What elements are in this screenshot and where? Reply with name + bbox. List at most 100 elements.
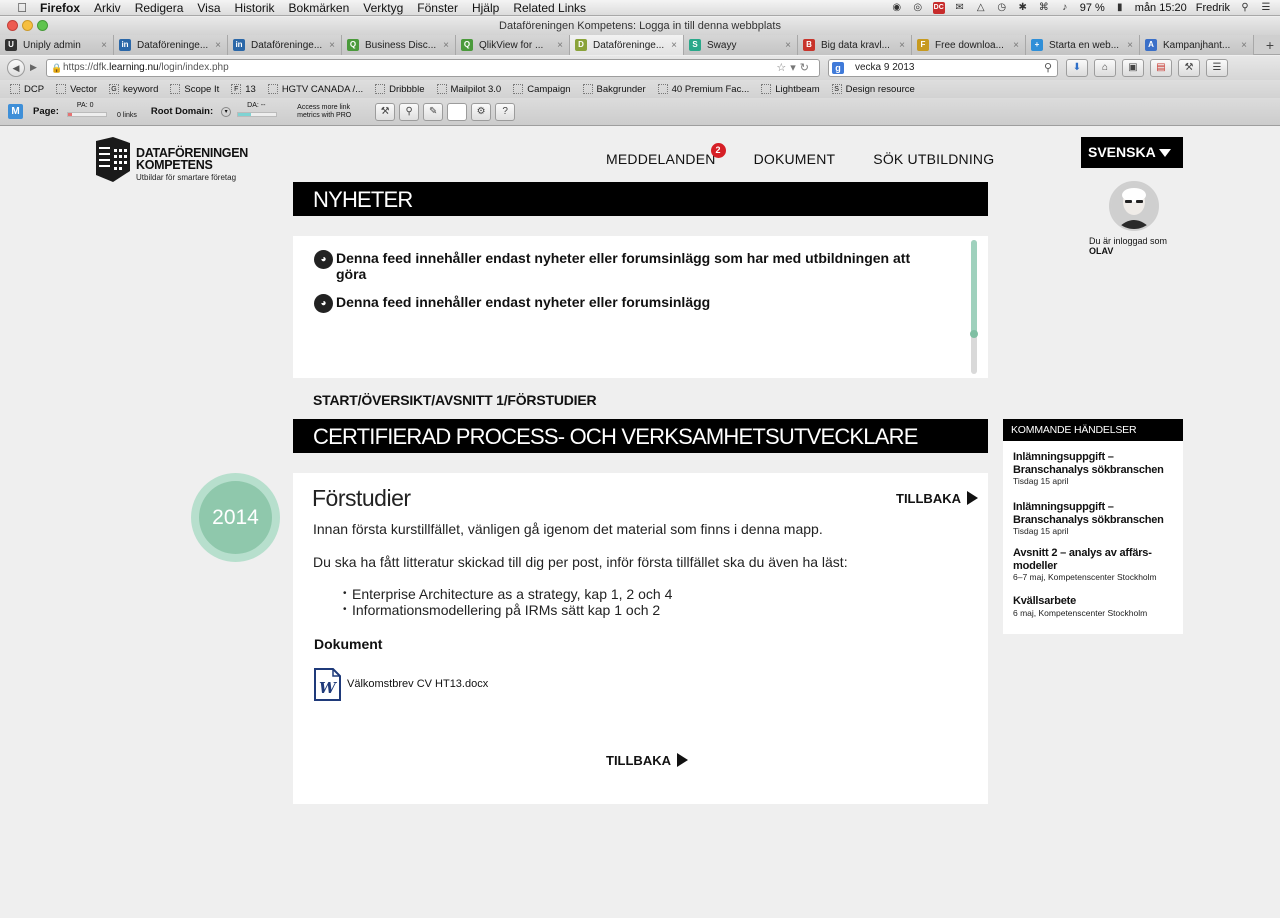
news-item[interactable]: ◕ Denna feed innehåller endast nyheter e… [314, 250, 934, 282]
magnifier-icon[interactable]: ⚲ [399, 102, 420, 121]
forward-button[interactable]: ▶ [30, 62, 37, 73]
evernote-icon[interactable]: ◉ [891, 2, 903, 14]
window-zoom-button[interactable] [37, 20, 48, 31]
browser-tab[interactable]: in Dataföreninge... × [228, 35, 342, 55]
nav-messages[interactable]: MEDDELANDEN 2 [606, 143, 726, 167]
browser-tab[interactable]: + Starta en web... × [1026, 35, 1140, 55]
bookmark-item[interactable]: 40 Premium Fac... [657, 84, 749, 95]
search-bar[interactable]: g vecka 9 2013 ⚲ [828, 59, 1058, 77]
tab-close-icon[interactable]: × [555, 40, 565, 51]
menu-hjalp[interactable]: Hjälp [472, 0, 499, 16]
tab-close-icon[interactable]: × [1125, 40, 1135, 51]
airplay-icon[interactable]: △ [975, 2, 987, 14]
browser-tab[interactable]: Q Business Disc... × [342, 35, 456, 55]
menu-icon[interactable]: ☰ [1206, 59, 1228, 77]
news-scrollbar-handle[interactable] [970, 329, 978, 338]
clock[interactable]: mån 15:20 [1135, 2, 1187, 14]
menu-fonster[interactable]: Fönster [417, 0, 458, 16]
wrench-icon[interactable]: ⚒ [375, 102, 396, 121]
new-tab-button[interactable]: + [1260, 35, 1280, 54]
bookmark-item[interactable]: F 13 [231, 84, 256, 95]
bookmark-item[interactable]: DCP [10, 84, 44, 95]
tab-close-icon[interactable]: × [783, 40, 793, 51]
browser-tab[interactable]: A Kampanjhant... × [1140, 35, 1254, 55]
battery-icon[interactable]: ▮ [1114, 2, 1126, 14]
language-selector[interactable]: SVENSKA [1081, 137, 1183, 168]
browser-tab[interactable]: S Swayy × [684, 35, 798, 55]
tab-close-icon[interactable]: × [669, 40, 679, 51]
event-item[interactable]: Kvällsarbete 6 maj, Kompetenscenter Stoc… [1013, 595, 1181, 618]
event-item[interactable]: Avsnitt 2 – analys av affärs-modeller 6–… [1013, 547, 1181, 582]
tab-close-icon[interactable]: × [327, 40, 337, 51]
bookmark-item[interactable]: HGTV CANADA /... [267, 84, 363, 95]
menu-arkiv[interactable]: Arkiv [94, 0, 121, 16]
pdf-icon[interactable]: ▤ [1150, 59, 1172, 77]
menu-redigera[interactable]: Redigera [135, 0, 184, 16]
bookmark-star-icon[interactable]: ☆▾↻ [776, 60, 813, 76]
tab-close-icon[interactable]: × [897, 40, 907, 51]
url-bar[interactable]: 🔒 https://dfk.learning.nu/login/index.ph… [46, 59, 820, 77]
moz-icon[interactable]: M [8, 104, 23, 119]
bookmark-item[interactable]: Scope It [170, 84, 219, 95]
bookmark-item[interactable]: Campaign [513, 84, 571, 95]
site-logo[interactable]: DATAFÖRENINGEN KOMPETENS Utbildar för sm… [96, 137, 266, 185]
google-icon[interactable]: g [832, 62, 844, 74]
spotlight-icon[interactable]: ⚲ [1239, 2, 1251, 14]
nav-documents[interactable]: DOKUMENT [754, 151, 836, 167]
nav-search-education[interactable]: SÖK UTBILDNING [873, 151, 994, 167]
tab-close-icon[interactable]: × [213, 40, 223, 51]
bookmark-item[interactable]: Dribbble [375, 84, 425, 95]
tab-close-icon[interactable]: × [1239, 40, 1249, 51]
event-item[interactable]: Inlämningsuppgift – Branschanalys sökbra… [1013, 451, 1181, 486]
notification-center-icon[interactable]: ☰ [1260, 2, 1272, 14]
download-icon[interactable]: ⬇ [1066, 59, 1088, 77]
bookmark-item[interactable]: Lightbeam [761, 84, 820, 95]
tab-close-icon[interactable]: × [99, 40, 109, 51]
battery-percent[interactable]: 97 % [1080, 2, 1105, 14]
menu-app-firefox[interactable]: Firefox [40, 0, 80, 16]
news-item[interactable]: ◕ Denna feed innehåller endast nyheter e… [314, 294, 934, 313]
news-scrollbar-thumb[interactable] [971, 240, 977, 334]
tools-icon[interactable]: ⚒ [1178, 59, 1200, 77]
back-button-top[interactable]: TILLBAKA [896, 491, 978, 506]
bookmark-item[interactable]: Gkeyword [109, 84, 158, 95]
window-close-button[interactable] [7, 20, 18, 31]
mail-icon[interactable]: ✉ [954, 2, 966, 14]
search-icon[interactable]: ⚲ [1044, 60, 1052, 76]
bluetooth-icon[interactable]: ✱ [1017, 2, 1029, 14]
browser-tab[interactable]: U Uniply admin × [0, 35, 114, 55]
help-icon[interactable]: ? [495, 102, 516, 121]
volume-icon[interactable]: ♪ [1059, 2, 1071, 14]
blank-tool-icon[interactable] [447, 102, 468, 121]
tab-close-icon[interactable]: × [441, 40, 451, 51]
user-menu[interactable]: Fredrik [1196, 2, 1230, 14]
bookmark-item[interactable]: Mailpilot 3.0 [436, 84, 501, 95]
browser-tab[interactable]: B Big data kravl... × [798, 35, 912, 55]
browser-tab[interactable]: in Dataföreninge... × [114, 35, 228, 55]
news-scrollbar[interactable] [970, 240, 978, 374]
breadcrumb[interactable]: START/ÖVERSIKT/AVSNITT 1/FÖRSTUDIER [313, 392, 597, 408]
eye-icon[interactable]: ◎ [912, 2, 924, 14]
screen-icon[interactable]: ▣ [1122, 59, 1144, 77]
browser-tab[interactable]: F Free downloa... × [912, 35, 1026, 55]
browser-tab[interactable]: Q QlikView for ... × [456, 35, 570, 55]
user-avatar[interactable] [1109, 181, 1159, 231]
pro-note[interactable]: Access more link metrics with PRO [297, 104, 361, 120]
bookmark-item[interactable]: Bakgrunder [582, 84, 646, 95]
menu-bokmarken[interactable]: Bokmärken [289, 0, 350, 16]
window-minimize-button[interactable] [22, 20, 33, 31]
bookmark-item[interactable]: S Design resource [831, 84, 915, 95]
event-item[interactable]: Inlämningsuppgift – Branschanalys sökbra… [1013, 501, 1181, 536]
dc-icon[interactable]: DC [932, 2, 945, 14]
menu-visa[interactable]: Visa [197, 0, 220, 16]
time-machine-icon[interactable]: ◷ [996, 2, 1008, 14]
home-icon[interactable]: ⌂ [1094, 59, 1116, 77]
menu-verktyg[interactable]: Verktyg [363, 0, 403, 16]
apple-icon[interactable]:  [14, 0, 30, 15]
root-domain-dropdown-icon[interactable]: ▾ [221, 106, 232, 117]
bookmark-item[interactable]: Vector [56, 84, 97, 95]
document-link[interactable]: W Välkomstbrev CV HT13.docx [314, 667, 488, 701]
back-button-bottom[interactable]: TILLBAKA [606, 753, 688, 768]
wifi-icon[interactable]: ⌘ [1038, 2, 1050, 14]
menu-related-links[interactable]: Related Links [513, 0, 586, 16]
